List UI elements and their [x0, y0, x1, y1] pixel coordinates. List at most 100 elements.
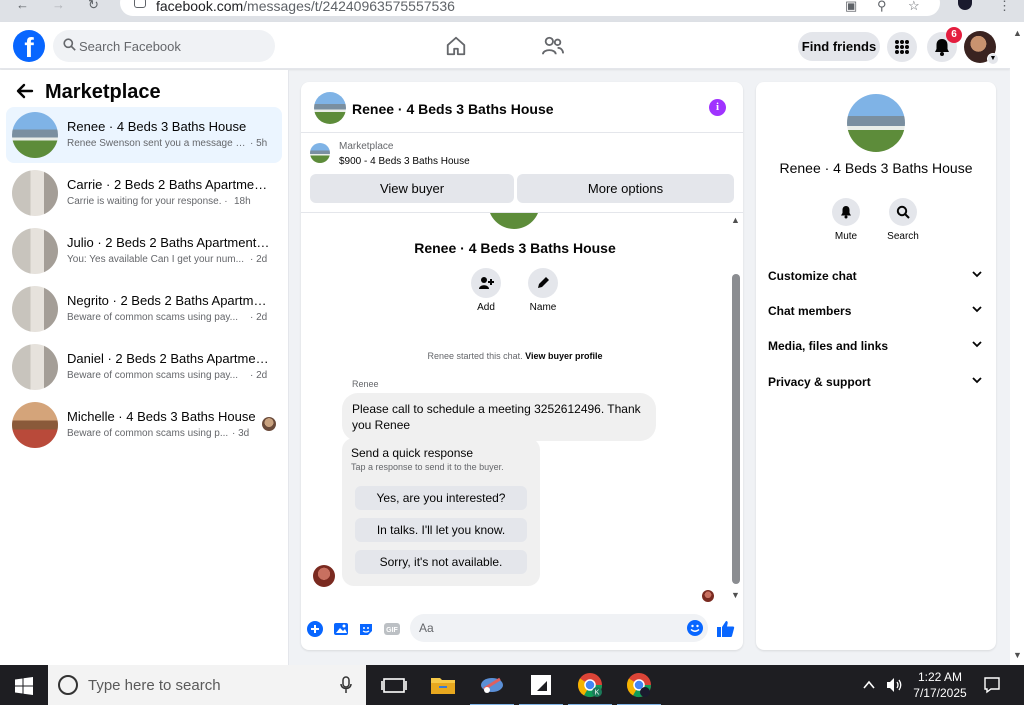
- volume-icon[interactable]: [886, 677, 904, 693]
- view-buyer-profile-link[interactable]: View buyer profile: [525, 351, 602, 361]
- emoji-icon[interactable]: [686, 619, 704, 637]
- file-explorer-icon[interactable]: [429, 671, 457, 699]
- listing-thumbnail: [12, 112, 58, 158]
- privacy-support-row[interactable]: Privacy & support: [768, 372, 986, 392]
- media-files-links-row[interactable]: Media, files and links: [768, 336, 986, 356]
- search-facebook-field[interactable]: Search Facebook: [53, 30, 275, 62]
- conversation-item[interactable]: Daniel · 2 Beds 2 Baths Apartment... Bew…: [6, 339, 282, 395]
- add-people-button[interactable]: Add: [456, 268, 516, 313]
- back-arrow-icon[interactable]: ←: [16, 0, 34, 14]
- zoom-icon[interactable]: ⚲: [877, 0, 887, 14]
- listing-thumbnail: [12, 402, 58, 448]
- profile-icon[interactable]: [958, 0, 972, 10]
- conversation-item[interactable]: Michelle · 4 Beds 3 Baths House Beware o…: [6, 397, 282, 453]
- scroll-thumb[interactable]: [732, 274, 740, 584]
- svg-text:K: K: [595, 690, 600, 697]
- notification-center-icon[interactable]: [983, 676, 1001, 694]
- search-placeholder: Search Facebook: [79, 39, 181, 54]
- conversation-name: Julio · 2 Beds 2 Baths Apartment/c...: [67, 235, 272, 250]
- listing-thumbnail: [12, 344, 58, 390]
- menu-button[interactable]: [887, 32, 917, 62]
- chevron-down-icon: [972, 306, 982, 313]
- sticky-app[interactable]: [519, 671, 563, 705]
- cast-icon[interactable]: ▣: [845, 0, 857, 14]
- listing-summary[interactable]: Marketplace $900 - 4 Beds 3 Baths House: [301, 134, 743, 171]
- photo-icon[interactable]: [333, 621, 349, 637]
- chevron-up-icon[interactable]: [862, 678, 876, 692]
- quick-response-button[interactable]: In talks. I'll let you know.: [355, 518, 527, 542]
- scroll-down-icon[interactable]: ▼: [1013, 650, 1022, 660]
- quick-response-title: Send a quick response: [351, 446, 474, 460]
- conversation-snippet: Beware of common scams using pay...: [67, 312, 238, 323]
- scroll-down-icon[interactable]: ▼: [731, 590, 740, 600]
- quick-response-button[interactable]: Yes, are you interested?: [355, 486, 527, 510]
- microphone-icon[interactable]: [340, 676, 352, 694]
- search-icon: [63, 38, 76, 51]
- gif-icon[interactable]: GIF: [383, 621, 401, 637]
- chat-scrollbar[interactable]: ▲ ▼: [729, 213, 743, 606]
- chevron-down-icon: [972, 271, 982, 278]
- conversation-item[interactable]: Carrie · 2 Beds 2 Baths Apartment/... Ca…: [6, 165, 282, 221]
- site-info-icon[interactable]: [134, 0, 146, 8]
- scroll-up-icon[interactable]: ▲: [731, 215, 740, 225]
- apps-grid-icon: [895, 40, 909, 54]
- chrome-profile-k-app[interactable]: K: [568, 671, 612, 705]
- reload-icon[interactable]: ↻: [88, 0, 106, 14]
- plus-circle-icon[interactable]: [307, 621, 323, 637]
- chat-profile-avatar: [488, 213, 540, 229]
- snipping-tool-app[interactable]: [470, 671, 514, 705]
- system-clock[interactable]: 1:22 AM 7/17/2025: [912, 669, 968, 701]
- quick-response-subtitle: Tap a response to send it to the buyer.: [351, 462, 504, 472]
- conversation-time: 18h: [234, 196, 251, 207]
- section-label: Customize chat: [768, 269, 857, 283]
- conversation-item[interactable]: Renee · 4 Beds 3 Baths House Renee Swens…: [6, 107, 282, 163]
- chrome-profile-app[interactable]: [617, 671, 661, 705]
- page-scrollbar[interactable]: ▲ ▼: [1010, 22, 1024, 665]
- thread-title: Renee · 4 Beds 3 Baths House: [414, 240, 616, 256]
- scroll-up-icon[interactable]: ▲: [1013, 28, 1022, 38]
- taskbar-search-box[interactable]: Type here to search: [48, 665, 366, 705]
- task-view-icon[interactable]: [380, 671, 408, 699]
- more-options-button[interactable]: More options: [517, 174, 734, 203]
- customize-chat-row[interactable]: Customize chat: [768, 266, 986, 286]
- menu-dots-icon[interactable]: ⋮: [998, 0, 1011, 14]
- find-friends-button[interactable]: Find friends: [798, 32, 880, 61]
- message-thread: Renee · 4 Beds 3 Baths House Add Name Re…: [301, 213, 743, 606]
- url-path: /messages/t/24240963575557536: [243, 0, 455, 14]
- forward-arrow-icon[interactable]: →: [52, 0, 70, 14]
- friends-icon[interactable]: [541, 35, 565, 57]
- account-avatar[interactable]: ▼: [964, 31, 999, 65]
- conversation-item[interactable]: Negrito · 2 Beds 2 Baths Apartmen... Bew…: [6, 281, 282, 337]
- clock-date: 7/17/2025: [913, 686, 967, 700]
- bookmark-star-icon[interactable]: ☆: [908, 0, 920, 14]
- info-icon[interactable]: i: [709, 99, 726, 116]
- conversation-snippet: Carrie is waiting for your response. ·: [67, 196, 228, 207]
- chevron-down-icon: ▼: [987, 53, 999, 65]
- chat-avatar[interactable]: [314, 92, 346, 124]
- started-text: Renee started this chat.: [427, 351, 523, 361]
- back-arrow-icon[interactable]: [16, 82, 34, 100]
- notification-count-badge: 6: [946, 27, 962, 43]
- message-input[interactable]: Aa: [410, 614, 708, 642]
- home-icon[interactable]: [445, 35, 467, 57]
- search-icon: [896, 205, 910, 219]
- sender-name: Renee: [352, 379, 379, 389]
- sticker-icon[interactable]: [358, 621, 374, 637]
- listing-thumbnail: [310, 143, 330, 163]
- view-buyer-button[interactable]: View buyer: [310, 174, 514, 203]
- conversation-snippet: Beware of common scams using p...: [67, 428, 229, 439]
- conversation-item[interactable]: Julio · 2 Beds 2 Baths Apartment/c... Yo…: [6, 223, 282, 279]
- conversation-name: Renee · 4 Beds 3 Baths House: [67, 119, 247, 134]
- listing-thumbnail: [12, 228, 58, 274]
- windows-start-icon[interactable]: [15, 677, 33, 695]
- quick-response-button[interactable]: Sorry, it's not available.: [355, 550, 527, 574]
- message-bubble[interactable]: Please call to schedule a meeting 325261…: [342, 393, 656, 441]
- chat-title[interactable]: Renee · 4 Beds 3 Baths House: [352, 101, 554, 117]
- search-in-chat-button[interactable]: Search: [878, 198, 928, 242]
- facebook-logo[interactable]: f: [13, 30, 45, 62]
- mute-button[interactable]: Mute: [821, 198, 871, 242]
- address-bar[interactable]: facebook.com/messages/t/2424096357555753…: [120, 0, 940, 16]
- edit-name-button[interactable]: Name: [513, 268, 573, 313]
- thumbs-up-icon[interactable]: [716, 619, 736, 639]
- chat-members-row[interactable]: Chat members: [768, 301, 986, 321]
